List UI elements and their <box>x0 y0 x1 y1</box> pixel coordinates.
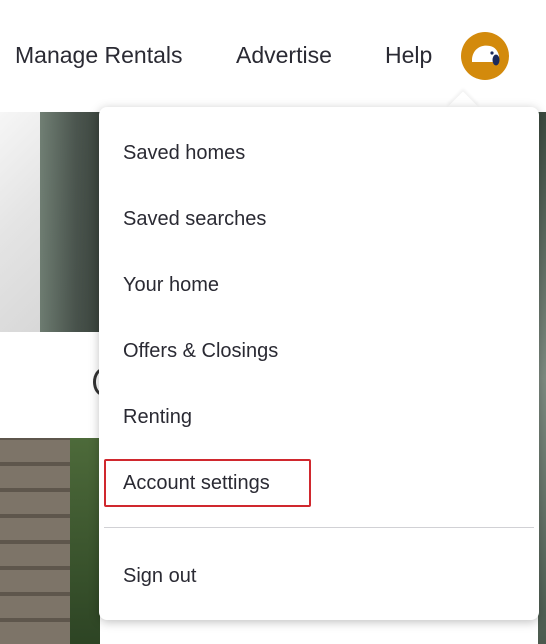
background-photo-stone <box>0 438 100 644</box>
menu-item-account-settings[interactable]: Account settings <box>123 470 270 496</box>
background-photo-strip <box>538 112 546 644</box>
menu-item-saved-searches[interactable]: Saved searches <box>123 206 266 232</box>
background-gap <box>0 332 113 438</box>
nav-manage-rentals[interactable]: Manage Rentals <box>15 40 183 70</box>
menu-item-sign-out[interactable]: Sign out <box>123 563 196 589</box>
menu-divider <box>104 527 534 528</box>
menu-item-your-home[interactable]: Your home <box>123 272 219 298</box>
menu-item-saved-homes[interactable]: Saved homes <box>123 140 245 166</box>
user-avatar-dog-icon <box>472 45 500 66</box>
account-dropdown-menu: Saved homes Saved searches Your home Off… <box>99 107 539 620</box>
nav-advertise[interactable]: Advertise <box>236 40 332 70</box>
nav-help[interactable]: Help <box>385 40 432 70</box>
user-avatar-button[interactable] <box>461 32 509 80</box>
menu-item-renting[interactable]: Renting <box>123 404 192 430</box>
menu-item-offers-closings[interactable]: Offers & Closings <box>123 338 278 364</box>
background-photo <box>0 112 100 332</box>
